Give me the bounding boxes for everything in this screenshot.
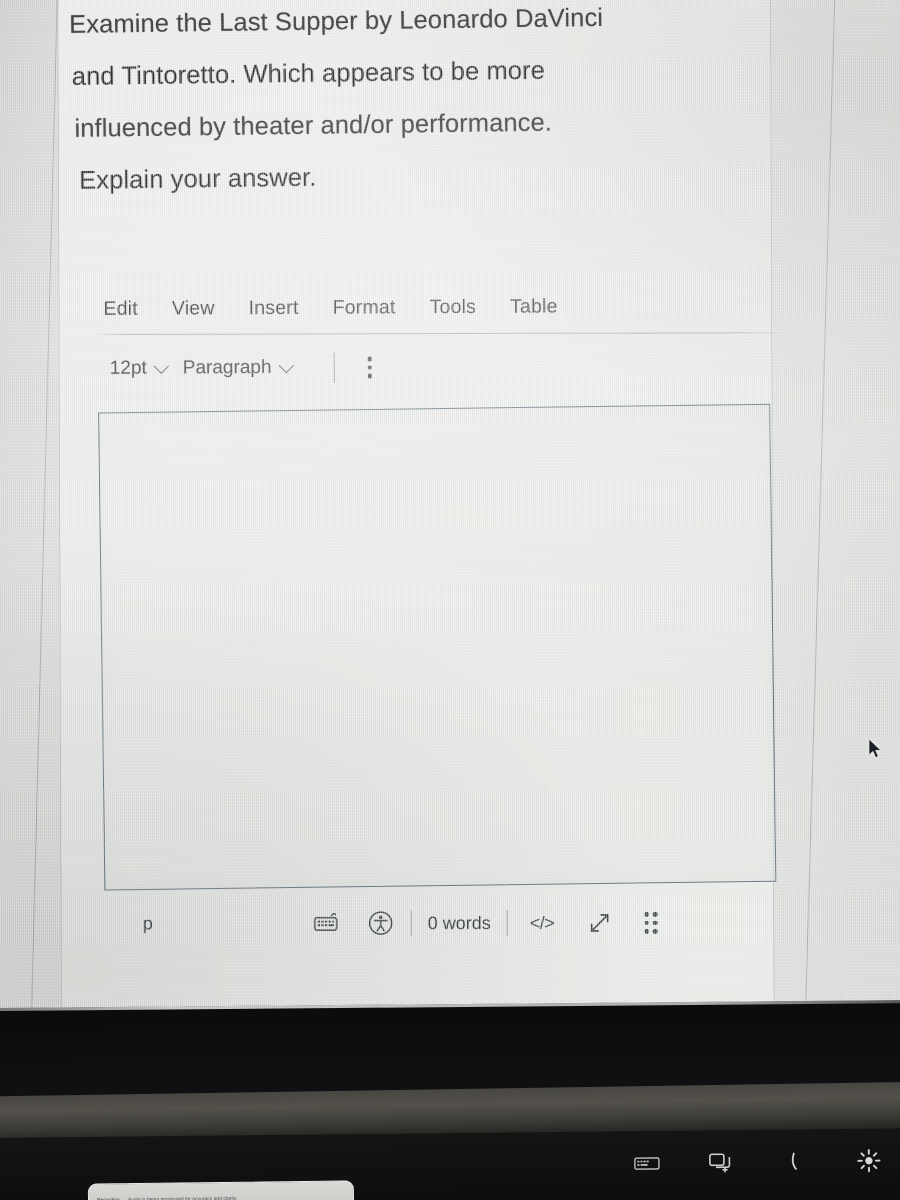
- grip-dot: [644, 929, 649, 934]
- statusbar-separator: [506, 910, 508, 937]
- brightness-up-icon[interactable]: [832, 1142, 900, 1179]
- grip-dot: [652, 929, 658, 934]
- menu-item-insert[interactable]: Insert: [249, 297, 299, 320]
- expand-fullscreen-icon[interactable]: [584, 908, 614, 938]
- assignment-content: Examine the Last Supper by Leonardo DaVi…: [69, 0, 787, 206]
- toolbar-separator: [333, 352, 335, 383]
- editor-menubar: Edit View Insert Format Tools Table: [91, 286, 791, 331]
- grip-dot: [644, 920, 649, 926]
- font-size-select[interactable]: 12pt: [109, 357, 170, 380]
- resize-grip-icon[interactable]: [644, 912, 658, 934]
- function-key-row: [0, 1142, 900, 1188]
- touchstrip-body: Audio is being processed for accuracy an…: [127, 1195, 237, 1200]
- prompt-line-4: Explain your answer.: [78, 163, 317, 195]
- grip-dot: [644, 912, 649, 917]
- statusbar-right-icons: </>: [530, 908, 658, 938]
- grip-dot: [652, 912, 658, 917]
- statusbar-separator: [410, 910, 412, 937]
- kebab-dot: [367, 373, 373, 379]
- accessibility-checker-icon[interactable]: [367, 909, 395, 937]
- statusbar-icon-group: [313, 909, 395, 937]
- notification-touch-strip[interactable]: Recording Audio is being processed for a…: [87, 1180, 355, 1200]
- grip-dot: [652, 920, 658, 926]
- menu-item-table[interactable]: Table: [510, 295, 558, 318]
- keyboard-backlight-icon[interactable]: [610, 1145, 684, 1182]
- rich-content-editor: Edit View Insert Format Tools Table 12pt…: [91, 286, 794, 940]
- element-path[interactable]: p: [143, 913, 313, 934]
- block-format-value: Paragraph: [182, 356, 272, 379]
- brightness-down-icon[interactable]: [758, 1143, 832, 1180]
- photo-of-laptop-screen: Examine the Last Supper by Leonardo DaVi…: [0, 0, 900, 1200]
- editor-statusbar: p 0 words </>: [95, 908, 795, 939]
- prompt-line-2: and Tintoretto. Which appears to be more: [71, 56, 546, 91]
- font-size-value: 12pt: [109, 357, 147, 379]
- block-format-select[interactable]: Paragraph: [182, 356, 294, 380]
- menu-item-view[interactable]: View: [172, 297, 215, 320]
- word-count[interactable]: 0 words: [428, 913, 491, 934]
- kebab-dot: [367, 356, 372, 362]
- vertical-ellipsis-icon[interactable]: [360, 354, 379, 382]
- question-prompt: Examine the Last Supper by Leonardo DaVi…: [69, 0, 788, 207]
- editor-toolbar: 12pt Paragraph: [92, 332, 792, 398]
- menu-item-edit[interactable]: Edit: [103, 298, 138, 321]
- keyboard-icon[interactable]: [313, 912, 341, 934]
- html-source-code-icon[interactable]: </>: [530, 912, 555, 933]
- monitor-screen: Examine the Last Supper by Leonardo DaVi…: [0, 0, 900, 1052]
- menu-item-tools[interactable]: Tools: [429, 296, 476, 319]
- kebab-dot: [367, 365, 373, 370]
- page-left-edge: [30, 0, 59, 1052]
- menu-item-format[interactable]: Format: [333, 296, 396, 319]
- prompt-line-3: influenced by theater and/or performance…: [74, 108, 553, 143]
- screen-cast-icon[interactable]: [684, 1144, 758, 1181]
- chevron-down-icon: [278, 357, 294, 373]
- page-right-edge: [804, 0, 837, 1045]
- chevron-down-icon: [153, 357, 170, 374]
- editor-textarea[interactable]: [98, 403, 777, 891]
